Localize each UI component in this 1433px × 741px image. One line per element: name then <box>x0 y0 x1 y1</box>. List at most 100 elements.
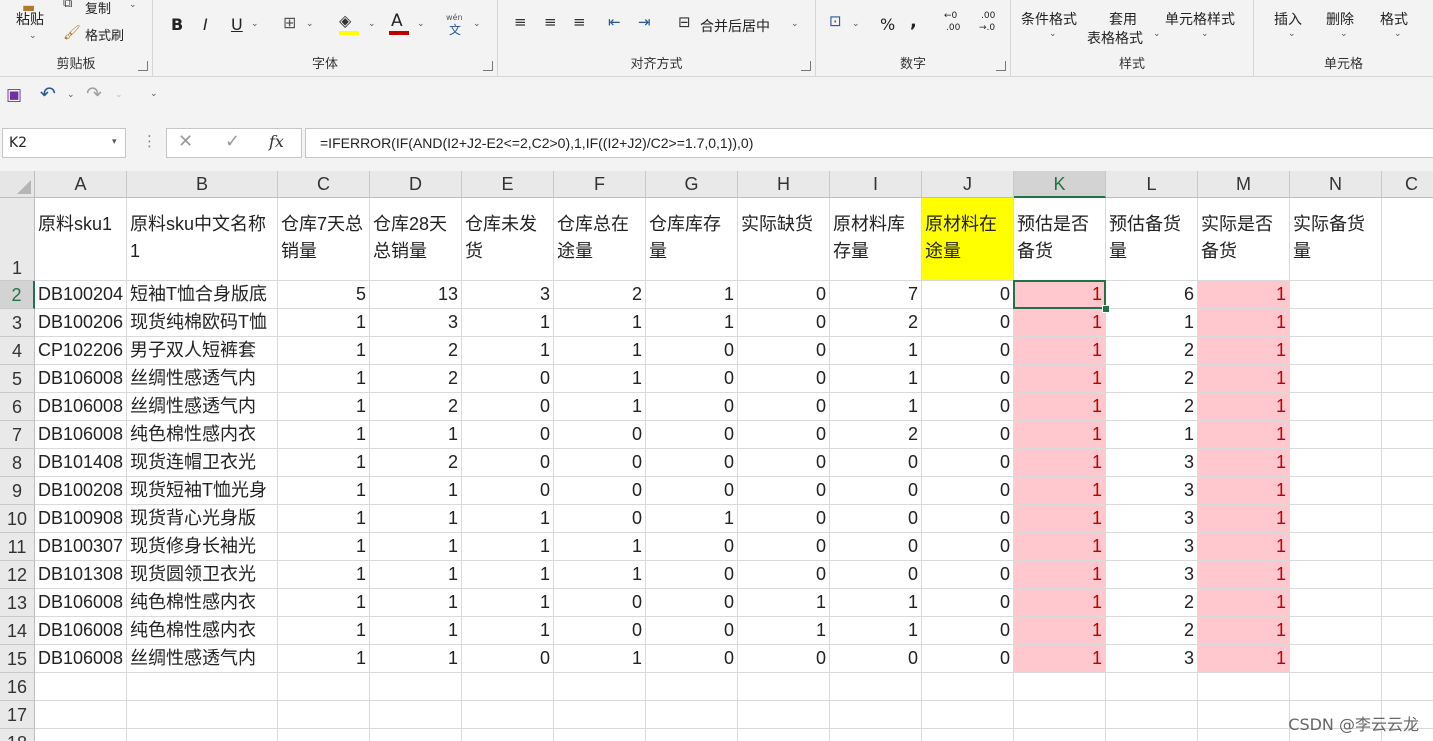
table-cell[interactable] <box>1290 365 1382 393</box>
table-cell[interactable]: 1 <box>1014 449 1106 477</box>
column-header[interactable]: H <box>738 171 830 198</box>
table-cell[interactable]: 1 <box>1198 421 1290 449</box>
table-cell[interactable] <box>1382 505 1433 533</box>
header-cell[interactable]: 预估备货量 <box>1106 198 1198 281</box>
table-cell[interactable]: 0 <box>646 421 738 449</box>
empty-cell[interactable] <box>1382 673 1433 701</box>
clipboard-launcher-icon[interactable] <box>138 61 148 71</box>
cell-styles-dropdown-icon[interactable]: ⌄ <box>1201 29 1209 39</box>
undo-icon[interactable]: ↶ <box>40 83 56 105</box>
table-cell[interactable]: DB100208 <box>35 477 127 505</box>
table-cell[interactable]: 0 <box>738 393 830 421</box>
insert-button[interactable]: 插入 <box>1274 9 1302 29</box>
table-cell[interactable]: 1 <box>1014 617 1106 645</box>
table-cell[interactable]: 1 <box>370 505 462 533</box>
table-cell[interactable]: 1 <box>554 533 646 561</box>
table-cell[interactable]: 2 <box>554 281 646 309</box>
empty-cell[interactable] <box>922 701 1014 729</box>
table-cell[interactable] <box>1382 561 1433 589</box>
column-header[interactable]: I <box>830 171 922 198</box>
header-cell[interactable]: 仓库28天总销量 <box>370 198 462 281</box>
format-as-table-top[interactable]: 套用 <box>1109 9 1137 29</box>
copy-dropdown-icon[interactable]: ⌄ <box>129 0 137 10</box>
table-cell[interactable]: 0 <box>462 449 554 477</box>
table-cell[interactable]: 2 <box>830 309 922 337</box>
header-cell[interactable]: 原材料库存量 <box>830 198 922 281</box>
table-cell[interactable]: 3 <box>1106 477 1198 505</box>
redo-icon[interactable]: ↷ <box>86 83 102 105</box>
table-cell[interactable]: 2 <box>370 449 462 477</box>
table-cell[interactable] <box>1382 337 1433 365</box>
save-icon[interactable]: ▣ <box>6 85 22 105</box>
table-cell[interactable]: 0 <box>738 505 830 533</box>
insert-dropdown-icon[interactable]: ⌄ <box>1288 29 1296 39</box>
empty-cell[interactable] <box>922 673 1014 701</box>
table-cell[interactable]: 0 <box>462 477 554 505</box>
table-cell[interactable]: 1 <box>462 561 554 589</box>
table-cell[interactable] <box>1382 645 1433 673</box>
table-cell[interactable] <box>1382 281 1433 309</box>
delete-button[interactable]: 删除 <box>1326 9 1354 29</box>
column-header[interactable]: N <box>1290 171 1382 198</box>
table-cell[interactable]: 2 <box>1106 365 1198 393</box>
row-header[interactable]: 6 <box>0 393 35 421</box>
header-cell[interactable]: 实际是否备货 <box>1198 198 1290 281</box>
table-cell[interactable]: 短袖T恤合身版底 <box>127 281 278 309</box>
format-as-table-button[interactable]: 表格格式 <box>1087 28 1143 48</box>
table-cell[interactable]: DB106008 <box>35 421 127 449</box>
table-cell[interactable]: 1 <box>370 561 462 589</box>
empty-cell[interactable] <box>1106 729 1198 741</box>
alignment-launcher-icon[interactable] <box>801 61 811 71</box>
table-cell[interactable]: 0 <box>738 645 830 673</box>
table-cell[interactable] <box>1382 533 1433 561</box>
column-header[interactable]: D <box>370 171 462 198</box>
empty-cell[interactable] <box>1290 673 1382 701</box>
empty-cell[interactable] <box>35 673 127 701</box>
table-cell[interactable] <box>1382 617 1433 645</box>
header-cell[interactable]: 仓库7天总销量 <box>278 198 370 281</box>
table-cell[interactable]: 0 <box>462 365 554 393</box>
column-header[interactable]: E <box>462 171 554 198</box>
table-cell[interactable]: 5 <box>278 281 370 309</box>
table-cell[interactable]: 7 <box>830 281 922 309</box>
table-cell[interactable]: 0 <box>738 477 830 505</box>
phonetic-button[interactable]: 文 <box>449 21 461 38</box>
table-cell[interactable]: 1 <box>462 505 554 533</box>
table-cell[interactable]: 1 <box>278 449 370 477</box>
table-cell[interactable]: 1 <box>370 477 462 505</box>
table-cell[interactable]: 0 <box>646 617 738 645</box>
table-cell[interactable]: 0 <box>922 281 1014 309</box>
table-cell[interactable]: 1 <box>1198 393 1290 421</box>
format-painter-button[interactable]: 格式刷 <box>85 25 124 44</box>
table-cell[interactable]: DB100307 <box>35 533 127 561</box>
bold-button[interactable]: B <box>171 15 183 34</box>
table-cell[interactable]: 0 <box>922 449 1014 477</box>
table-cell[interactable]: 1 <box>554 309 646 337</box>
empty-cell[interactable] <box>127 701 278 729</box>
row-header[interactable]: 4 <box>0 337 35 365</box>
table-cell[interactable]: 0 <box>646 365 738 393</box>
table-cell[interactable]: 1 <box>554 393 646 421</box>
empty-cell[interactable] <box>1014 701 1106 729</box>
increase-indent-icon[interactable]: ⇥ <box>638 13 651 31</box>
empty-cell[interactable] <box>1198 729 1290 741</box>
customize-qat-icon[interactable]: ⌄ <box>150 89 158 99</box>
table-cell[interactable]: 1 <box>646 505 738 533</box>
table-cell[interactable]: 0 <box>922 365 1014 393</box>
font-launcher-icon[interactable] <box>483 61 493 71</box>
copy-button[interactable]: 复制 <box>85 0 111 17</box>
table-cell[interactable]: 0 <box>922 393 1014 421</box>
table-cell[interactable]: 丝绸性感透气内 <box>127 365 278 393</box>
row-header[interactable]: 2 <box>0 281 35 309</box>
merge-center-button[interactable]: 合并后居中 <box>700 16 770 36</box>
accounting-dropdown-icon[interactable]: ⌄ <box>852 19 860 29</box>
table-cell[interactable]: 1 <box>462 309 554 337</box>
empty-cell[interactable] <box>462 729 554 741</box>
row-header[interactable]: 12 <box>0 561 35 589</box>
table-cell[interactable] <box>1382 589 1433 617</box>
table-cell[interactable]: 1 <box>370 617 462 645</box>
table-cell[interactable]: 1 <box>830 337 922 365</box>
select-all-corner[interactable] <box>0 171 35 198</box>
table-cell[interactable] <box>1290 533 1382 561</box>
column-header[interactable]: M <box>1198 171 1290 198</box>
